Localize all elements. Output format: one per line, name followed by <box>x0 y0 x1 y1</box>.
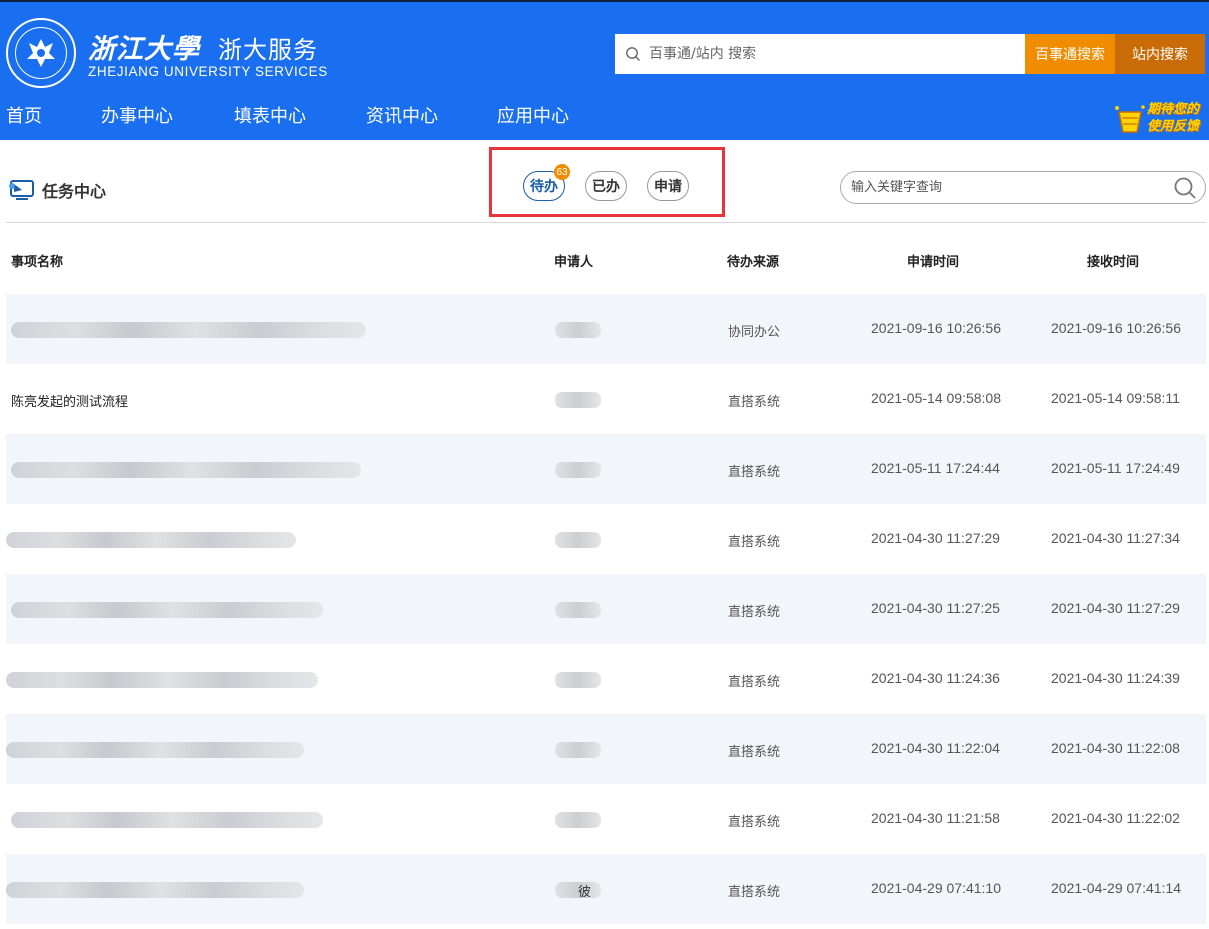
search-icon[interactable] <box>1173 176 1197 200</box>
col-apply-time: 申请时间 <box>907 255 960 270</box>
row-source: 直搭系统 <box>728 815 781 830</box>
col-receive-time: 接收时间 <box>1087 255 1140 270</box>
row-apply-time: 2021-09-16 10:26:56 <box>871 320 1001 336</box>
row-source: 协同办公 <box>728 325 781 340</box>
row-apply-time: 2021-05-14 09:58:08 <box>871 390 1001 406</box>
row-source: 直搭系统 <box>728 675 781 690</box>
row-apply-time: 2021-04-30 11:27:25 <box>871 600 1000 616</box>
task-center-heading: 任务中心 <box>8 178 106 202</box>
row-receive-time: 2021-04-30 11:22:08 <box>1051 740 1180 756</box>
redacted-item-name[interactable] <box>11 462 361 478</box>
feedback-button[interactable]: 期待您的 使用反馈 <box>1113 100 1207 140</box>
brand-calligraphy: 浙江大學 <box>88 34 200 65</box>
nav-form-center[interactable]: 填表中心 <box>234 102 306 128</box>
table-row[interactable]: 直搭系统 2021-05-11 17:24:44 2021-05-11 17:24:… <box>6 434 1206 504</box>
col-applicant: 申请人 <box>554 255 594 270</box>
table-row[interactable]: 直搭系统 2021-04-30 11:24:36 2021-04-30 11:24:… <box>6 644 1206 714</box>
keyword-search-input[interactable] <box>851 180 1151 195</box>
redacted-item-name[interactable] <box>6 532 296 548</box>
row-receive-time: 2021-04-30 11:27:34 <box>1051 530 1180 546</box>
nav-home[interactable]: 首页 <box>6 102 42 128</box>
row-receive-time: 2021-04-30 11:27:29 <box>1051 600 1180 616</box>
search-icon <box>626 47 640 61</box>
global-search-input[interactable] <box>649 46 1009 62</box>
row-applicant: 彼 <box>578 885 592 900</box>
row-apply-time: 2021-04-30 11:21:58 <box>871 810 1000 826</box>
col-source: 待办来源 <box>727 255 780 270</box>
redacted-applicant <box>555 532 601 548</box>
redacted-applicant <box>555 742 601 758</box>
redacted-applicant <box>555 392 601 408</box>
row-receive-time: 2021-05-11 17:24:49 <box>1051 460 1180 476</box>
baishitong-search-button[interactable]: 百事通搜索 <box>1025 34 1115 74</box>
row-receive-time: 2021-04-30 11:22:02 <box>1051 810 1180 826</box>
redacted-item-name[interactable] <box>11 322 366 338</box>
row-source: 直搭系统 <box>728 605 781 620</box>
row-receive-time: 2021-05-14 09:58:11 <box>1051 390 1180 406</box>
redacted-applicant <box>555 602 601 618</box>
row-apply-time: 2021-04-29 07:41:10 <box>871 880 1001 896</box>
redacted-applicant <box>555 322 601 338</box>
col-item-name: 事项名称 <box>11 255 64 270</box>
redacted-item-name[interactable] <box>6 882 304 898</box>
row-source: 直搭系统 <box>728 885 781 900</box>
table-row[interactable]: 直搭系统 2021-04-30 11:27:29 2021-04-30 11:27:… <box>6 504 1206 574</box>
row-receive-time: 2021-04-29 07:41:14 <box>1051 880 1181 896</box>
divider <box>6 222 1206 223</box>
row-apply-time: 2021-04-30 11:24:36 <box>871 670 1000 686</box>
row-receive-time: 2021-09-16 10:26:56 <box>1051 320 1181 336</box>
table-row[interactable]: 协同办公 2021-09-16 10:26:56 2021-09-16 10:26:… <box>6 294 1206 364</box>
redacted-applicant <box>555 672 601 688</box>
redacted-applicant <box>555 812 601 828</box>
site-header: 浙江大學 浙大服务 ZHEJIANG UNIVERSITY SERVICES 百… <box>0 0 1209 140</box>
feedback-icon <box>1115 105 1145 133</box>
nav-news-center[interactable]: 资讯中心 <box>366 102 438 128</box>
redacted-item-name[interactable] <box>11 812 323 828</box>
brand-service-title: 浙大服务 <box>218 36 318 64</box>
redacted-item-name[interactable] <box>6 672 318 688</box>
todo-count-badge: 63 <box>554 164 570 180</box>
row-source: 直搭系统 <box>728 745 781 760</box>
site-search-button[interactable]: 站内搜索 <box>1115 34 1205 74</box>
redacted-applicant <box>555 462 601 478</box>
row-apply-time: 2021-04-30 11:27:29 <box>871 530 1000 546</box>
keyword-search-box[interactable] <box>840 171 1206 204</box>
table-row[interactable]: 直搭系统 2021-04-30 11:21:58 2021-04-30 11:22:… <box>6 784 1206 854</box>
task-center-icon <box>9 180 34 200</box>
tab-done[interactable]: 已办 <box>585 171 627 201</box>
row-receive-time: 2021-04-30 11:24:39 <box>1051 670 1180 686</box>
nav-app-center[interactable]: 应用中心 <box>497 102 569 128</box>
table-row[interactable]: 彼 直搭系统 2021-04-29 07:41:10 2021-04-29 07:41… <box>6 854 1206 924</box>
nav-service-center[interactable]: 办事中心 <box>101 102 173 128</box>
task-center-title: 任务中心 <box>42 182 107 201</box>
university-seal-icon <box>6 18 76 88</box>
row-source: 直搭系统 <box>728 535 781 550</box>
row-item-name[interactable]: 陈亮发起的测试流程 <box>11 391 128 410</box>
global-search-box[interactable] <box>615 34 1025 74</box>
row-source: 直搭系统 <box>728 395 781 410</box>
row-apply-time: 2021-04-30 11:22:04 <box>871 740 1000 756</box>
feedback-line1: 期待您的 <box>1147 102 1200 117</box>
tab-apply[interactable]: 申请 <box>647 171 689 201</box>
table-row[interactable]: 直搭系统 2021-04-30 11:27:25 2021-04-30 11:27:… <box>6 574 1206 644</box>
redacted-item-name[interactable] <box>6 742 304 758</box>
logo[interactable]: 浙江大學 浙大服务 ZHEJIANG UNIVERSITY SERVICES <box>6 18 328 88</box>
table-header: 事项名称 申请人 待办来源 申请时间 接收时间 <box>6 245 1206 273</box>
table-row[interactable]: 直搭系统 2021-04-30 11:22:04 2021-04-30 11:22:… <box>6 714 1206 784</box>
redacted-item-name[interactable] <box>11 602 323 618</box>
row-apply-time: 2021-05-11 17:24:44 <box>871 460 1000 476</box>
feedback-line2: 使用反馈 <box>1147 119 1200 134</box>
row-source: 直搭系统 <box>728 465 781 480</box>
table-row[interactable]: 陈亮发起的测试流程 直搭系统 2021-05-14 09:58:08 2021-05-… <box>6 364 1206 434</box>
brand-english: ZHEJIANG UNIVERSITY SERVICES <box>88 64 328 79</box>
